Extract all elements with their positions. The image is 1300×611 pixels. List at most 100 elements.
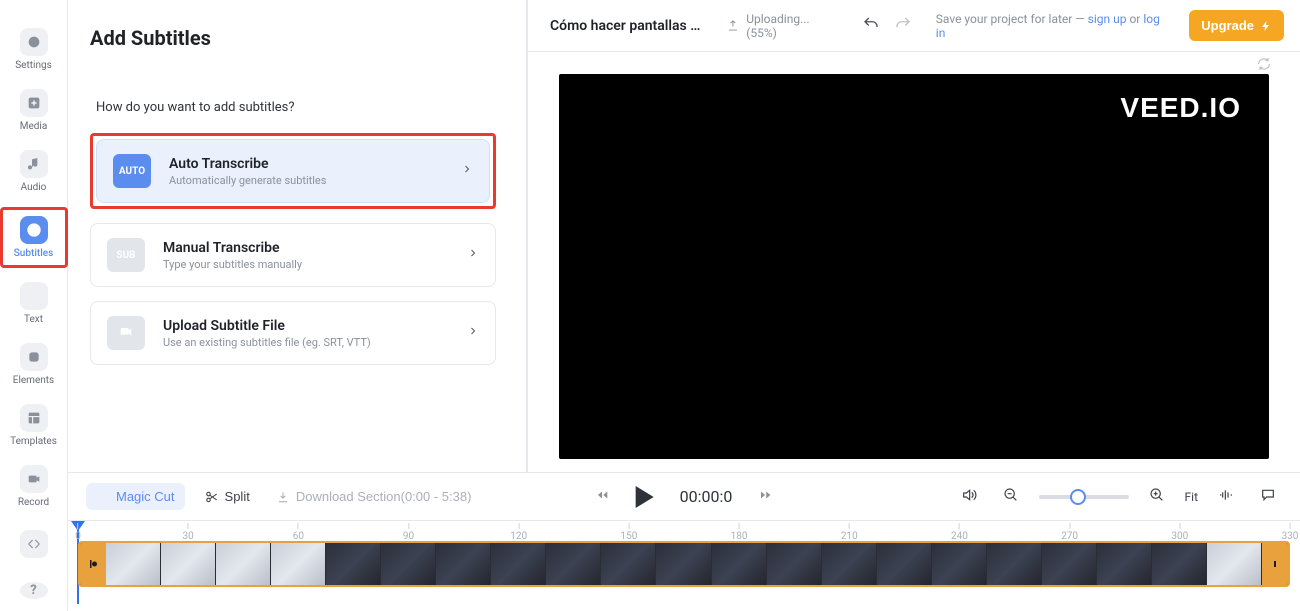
help-button[interactable]: ? — [20, 582, 48, 599]
highlighted-auto-option: AUTO Auto Transcribe Automatically gener… — [90, 133, 496, 209]
option-title: Upload Subtitle File — [163, 318, 449, 334]
ruler-tick: 150 — [620, 523, 637, 542]
ruler-tick: 210 — [841, 523, 858, 542]
clip-handle-left[interactable] — [80, 543, 106, 585]
zoom-in-button[interactable] — [1143, 486, 1171, 507]
sidebar-item-resize[interactable] — [5, 526, 63, 562]
sidebar-item-settings[interactable]: Settings — [5, 24, 63, 75]
video-track[interactable] — [78, 541, 1290, 587]
redo-button[interactable] — [890, 11, 916, 40]
bolt-icon — [1260, 20, 1272, 32]
chevron-right-icon — [467, 325, 479, 341]
sidebar-label: Media — [20, 121, 48, 132]
split-button[interactable]: Split — [199, 488, 256, 505]
undo-redo-group — [858, 11, 916, 40]
ruler-tick: 180 — [731, 523, 748, 542]
option-auto-transcribe[interactable]: AUTO Auto Transcribe Automatically gener… — [96, 139, 490, 203]
sidebar-item-record[interactable]: Record — [5, 461, 63, 512]
layout-icon — [20, 404, 48, 432]
option-title: Auto Transcribe — [169, 156, 443, 172]
option-manual-transcribe[interactable]: SUB Manual Transcribe Type your subtitle… — [90, 223, 496, 287]
sidebar-item-elements[interactable]: Elements — [5, 339, 63, 390]
save-message: Save your project for later — sign up or… — [936, 12, 1169, 40]
project-title[interactable]: Cómo hacer pantallas fi... — [550, 18, 708, 34]
ruler-tick: 90 — [403, 523, 414, 542]
scissors-icon — [205, 490, 219, 504]
zoom-out-icon — [1003, 487, 1019, 503]
clip-handle-right[interactable] — [1262, 543, 1288, 585]
ruler-tick: 60 — [293, 523, 304, 542]
upload-icon — [726, 19, 740, 33]
sidebar-label: Settings — [15, 60, 52, 71]
preview-area: VEED.IO — [528, 74, 1300, 472]
sidebar-label: Templates — [10, 436, 57, 447]
upload-badge-icon — [107, 316, 145, 350]
option-desc: Use an existing subtitles file (eg. SRT,… — [163, 336, 449, 349]
undo-button[interactable] — [858, 11, 884, 40]
highlighted-sidebar-subtitles: Subtitles — [0, 207, 68, 268]
camera-icon — [20, 465, 48, 493]
play-icon — [636, 486, 654, 508]
auto-badge: AUTO — [113, 154, 151, 188]
subtitles-icon — [20, 216, 48, 244]
magic-cut-button[interactable]: Magic Cut — [86, 483, 185, 510]
option-desc: Type your subtitles manually — [163, 258, 449, 271]
volume-icon — [961, 487, 977, 503]
panel-question: How do you want to add subtitles? — [96, 100, 496, 115]
comment-icon — [1260, 487, 1276, 503]
waveform-icon — [1218, 487, 1234, 503]
timeline[interactable]: 0306090120150180210240270300330 — [68, 521, 1300, 611]
sidebar-item-audio[interactable]: Audio — [5, 146, 63, 197]
zoom-slider[interactable] — [1039, 495, 1129, 499]
panel-title: Add Subtitles — [90, 26, 496, 50]
sidebar-label: Elements — [13, 375, 54, 386]
sidebar-label: Subtitles — [14, 248, 54, 259]
skip-back-button[interactable] — [596, 488, 610, 505]
signup-link[interactable]: sign up — [1088, 12, 1127, 26]
ruler-tick: 270 — [1061, 523, 1078, 542]
chevron-right-icon — [461, 163, 473, 179]
video-preview[interactable]: VEED.IO — [559, 74, 1269, 459]
timeline-ruler: 0306090120150180210240270300330 — [78, 521, 1290, 541]
main-area: Cómo hacer pantallas fi... Uploading... … — [527, 0, 1300, 472]
shapes-icon — [20, 343, 48, 371]
bottom-bar: Magic Cut Split Download Section(0:00 - … — [68, 472, 1300, 611]
ruler-tick: 240 — [951, 523, 968, 542]
playback-controls: 00:00:0 — [596, 486, 773, 508]
ruler-tick: 0 — [75, 523, 81, 542]
clip-thumbnails — [106, 543, 1262, 585]
fit-label[interactable]: Fit — [1185, 490, 1198, 504]
sidebar-item-media[interactable]: Media — [5, 85, 63, 136]
right-tools: Fit — [955, 486, 1282, 507]
zoom-in-icon — [1149, 487, 1165, 503]
sidebar-item-text[interactable]: Text — [5, 278, 63, 329]
sidebar-item-subtitles[interactable]: Subtitles — [5, 212, 63, 263]
download-icon — [276, 490, 290, 504]
sync-icon — [1256, 56, 1272, 72]
comment-button[interactable] — [1254, 486, 1282, 507]
upgrade-button[interactable]: Upgrade — [1189, 10, 1284, 41]
sub-badge: SUB — [107, 238, 145, 272]
download-section-button: Download Section(0:00 - 5:38) — [270, 488, 478, 505]
topbar: Cómo hacer pantallas fi... Uploading... … — [528, 0, 1300, 52]
play-button[interactable] — [636, 486, 654, 508]
ruler-tick: 120 — [510, 523, 527, 542]
sidebar-item-templates[interactable]: Templates — [5, 400, 63, 451]
volume-button[interactable] — [955, 486, 983, 507]
subtitle-options-list: AUTO Auto Transcribe Automatically gener… — [90, 133, 496, 365]
timeline-toolbar: Magic Cut Split Download Section(0:00 - … — [68, 473, 1300, 521]
option-upload-file[interactable]: Upload Subtitle File Use an existing sub… — [90, 301, 496, 365]
subtitles-panel: Add Subtitles How do you want to add sub… — [68, 0, 527, 472]
wand-icon — [96, 490, 110, 504]
waveform-button[interactable] — [1212, 486, 1240, 507]
sidebar-label: Record — [18, 497, 49, 508]
zoom-out-button[interactable] — [997, 486, 1025, 507]
chevron-right-icon — [467, 247, 479, 263]
timecode: 00:00:0 — [680, 487, 733, 506]
music-note-icon — [20, 150, 48, 178]
sidebar-label: Audio — [21, 182, 47, 193]
gear-icon — [20, 28, 48, 56]
text-icon — [20, 282, 48, 310]
skip-forward-button[interactable] — [758, 488, 772, 505]
ruler-tick: 330 — [1282, 523, 1299, 542]
